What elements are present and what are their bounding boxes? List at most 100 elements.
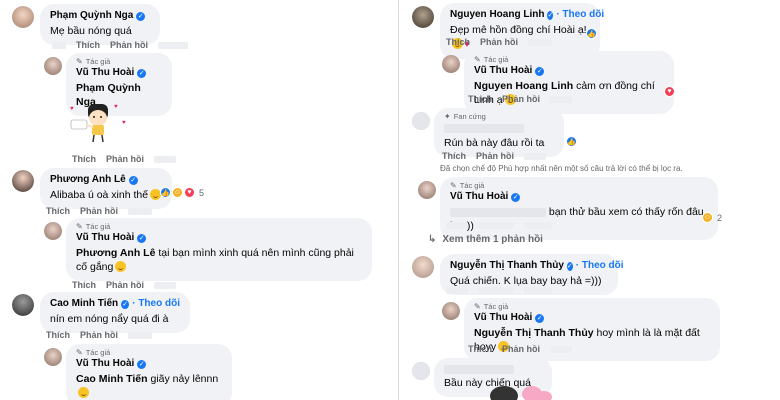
avatar[interactable] <box>44 57 62 75</box>
mention-link[interactable]: Cao Minh Tiến <box>76 373 148 385</box>
avatar[interactable] <box>442 55 460 73</box>
verified-icon: ✓ <box>535 313 545 323</box>
commenter-name[interactable]: Phạm Quỳnh Nga ✓ <box>50 10 150 22</box>
comment-actions: Thích Phản hồi <box>72 154 176 164</box>
fan-icon: ✦ <box>444 112 451 121</box>
cartoon-sticker: ♥ ♥ ♥ <box>66 100 130 144</box>
commenter-name[interactable]: Cao Minh Tiến ✓ · Theo dõi <box>50 298 180 310</box>
comment-bubble: ✦ Fan cứng Rún bà này đâu rồi ta <box>434 108 564 157</box>
reply-button[interactable]: Phản hồi <box>110 40 148 50</box>
commenter-name[interactable]: Nguyễn Thị Thanh Thủy ✓ · Theo dõi <box>450 260 624 272</box>
reaction-summary[interactable]: ☺ 2 <box>702 212 722 223</box>
comment-actions <box>446 287 552 294</box>
like-button[interactable]: Thích <box>76 40 100 50</box>
pen-icon: ✎ <box>474 302 481 311</box>
avatar[interactable] <box>412 256 434 278</box>
commenter-name[interactable]: Phương Anh Lê ✓ <box>50 174 162 186</box>
reply-button[interactable]: Phản hồi <box>80 330 118 340</box>
comment-actions: Thích Phản hồi <box>442 151 546 161</box>
avatar[interactable] <box>44 348 62 366</box>
like-button[interactable]: Thích <box>446 37 470 47</box>
right-comment-panel: Nguyen Hoang Linh ✓ · Theo dõi Đẹp mê hồn … <box>400 0 780 400</box>
like-button[interactable]: Thích <box>72 280 96 290</box>
commenter-name[interactable]: Vũ Thu Hoài ✓ <box>450 191 708 203</box>
love-reaction-icon: ♥ <box>184 187 195 198</box>
avatar[interactable] <box>412 6 434 28</box>
follow-link[interactable]: · Theo dõi <box>556 9 604 21</box>
comment-text: Alibaba ú oà xinh thế <box>50 188 162 202</box>
view-more-replies[interactable]: ↳ Xem thêm 1 phản hồi <box>428 234 543 245</box>
redacted <box>478 222 514 229</box>
author-badge: ✎ Tác giả <box>76 222 111 231</box>
reaction-summary[interactable]: ♥ <box>664 86 675 97</box>
commenter-name[interactable]: Vũ Thu Hoài ✓ <box>474 312 710 324</box>
redacted <box>446 222 468 229</box>
reply-button[interactable]: Phản hồi <box>502 344 540 354</box>
redacted <box>524 222 552 229</box>
avatar[interactable] <box>44 222 62 240</box>
reply-button[interactable]: Phản hồi <box>480 37 518 47</box>
comment-text: Mẹ bầu nóng quá <box>50 25 132 37</box>
commenter-name[interactable]: Vũ Thu Hoài ✓ <box>76 67 162 79</box>
comment-text: Cao Minh Tiến giãy nảy lênnn <box>76 372 222 400</box>
avatar[interactable] <box>12 6 34 28</box>
like-button[interactable]: Thích <box>468 94 492 104</box>
like-button[interactable]: Thích <box>46 330 70 340</box>
like-button[interactable]: Thích <box>72 154 96 164</box>
redacted <box>524 152 546 160</box>
reaction-summary[interactable]: 👍 <box>566 136 577 147</box>
like-button[interactable]: Thích <box>442 151 466 161</box>
like-button[interactable]: Thích <box>468 344 492 354</box>
mention-link[interactable]: Phương Anh Lê <box>76 247 155 259</box>
redacted <box>524 287 552 294</box>
svg-text:♥: ♥ <box>122 120 126 126</box>
like-reaction-icon: 👍 <box>586 28 597 39</box>
avatar[interactable] <box>418 181 436 199</box>
haha-reaction-icon: ☺ <box>702 212 713 223</box>
redacted-name <box>444 123 524 133</box>
redacted <box>128 207 152 215</box>
mention-link[interactable]: Nguyễn Thị Thanh Thủy <box>474 327 594 339</box>
reaction-summary[interactable]: 👍 ☺ ♥ 5 <box>160 187 204 198</box>
reply-bubble: ✎ Tác giả Vũ Thu Hoài ✓ Cao Minh Tiến giãy… <box>66 344 232 400</box>
reply-button[interactable]: Phản hồi <box>80 206 118 216</box>
grinning-emoji-icon <box>78 387 89 398</box>
commenter-name[interactable]: Nguyen Hoang Linh ✓ · Theo dõi <box>450 9 604 21</box>
author-badge: ✎ Tác giả <box>76 348 111 357</box>
reply-button[interactable]: Phản hồi <box>106 280 144 290</box>
svg-text:♥: ♥ <box>114 104 118 110</box>
avatar[interactable] <box>12 294 34 316</box>
comment-text: nín em nóng nẩy quá đi à <box>50 313 169 325</box>
comment-bubble: Cao Minh Tiến ✓ · Theo dõi nín em nóng nẩy… <box>40 292 190 333</box>
reply-bubble: ✎ Tác giả Vũ Thu Hoài ✓ Nguyen Hoang Linh … <box>464 51 674 114</box>
avatar[interactable] <box>412 362 430 380</box>
comment-text: Rún bà này đâu rồi ta <box>444 137 545 149</box>
mention-link[interactable]: Nguyen Hoang Linh <box>474 80 573 92</box>
author-badge: ✎ Tác giả <box>76 57 111 66</box>
pen-icon: ✎ <box>474 55 481 64</box>
redacted <box>550 345 572 353</box>
author-badge: ✎ Tác giả <box>450 181 485 190</box>
avatar[interactable] <box>412 112 430 130</box>
reply-button[interactable]: Phản hồi <box>502 94 540 104</box>
redacted <box>446 287 468 294</box>
commenter-name[interactable]: Vũ Thu Hoài ✓ <box>474 65 664 77</box>
pen-icon: ✎ <box>76 348 83 357</box>
comment-actions: Thích Phản hồi <box>46 206 152 216</box>
like-button[interactable]: Thích <box>46 206 70 216</box>
reply-button[interactable]: Phản hồi <box>476 151 514 161</box>
commenter-name[interactable]: Vũ Thu Hoài ✓ <box>76 232 362 244</box>
commenter-name[interactable]: Vũ Thu Hoài ✓ <box>76 358 222 370</box>
reaction-summary[interactable]: 👍 <box>586 28 597 39</box>
verified-icon: ✓ <box>121 299 130 309</box>
like-reaction-icon: 👍 <box>160 187 171 198</box>
reply-button[interactable]: Phản hồi <box>106 154 144 164</box>
comment-bubble: Phạm Quỳnh Nga ✓ Mẹ bầu nóng quá <box>40 4 160 45</box>
follow-link[interactable]: · Theo dõi <box>576 260 624 272</box>
verified-icon: ✓ <box>547 10 554 20</box>
follow-link[interactable]: · Theo dõi <box>132 298 180 310</box>
redacted <box>478 287 514 294</box>
verified-icon: ✓ <box>137 68 147 78</box>
avatar[interactable] <box>12 170 34 192</box>
avatar[interactable] <box>442 302 460 320</box>
